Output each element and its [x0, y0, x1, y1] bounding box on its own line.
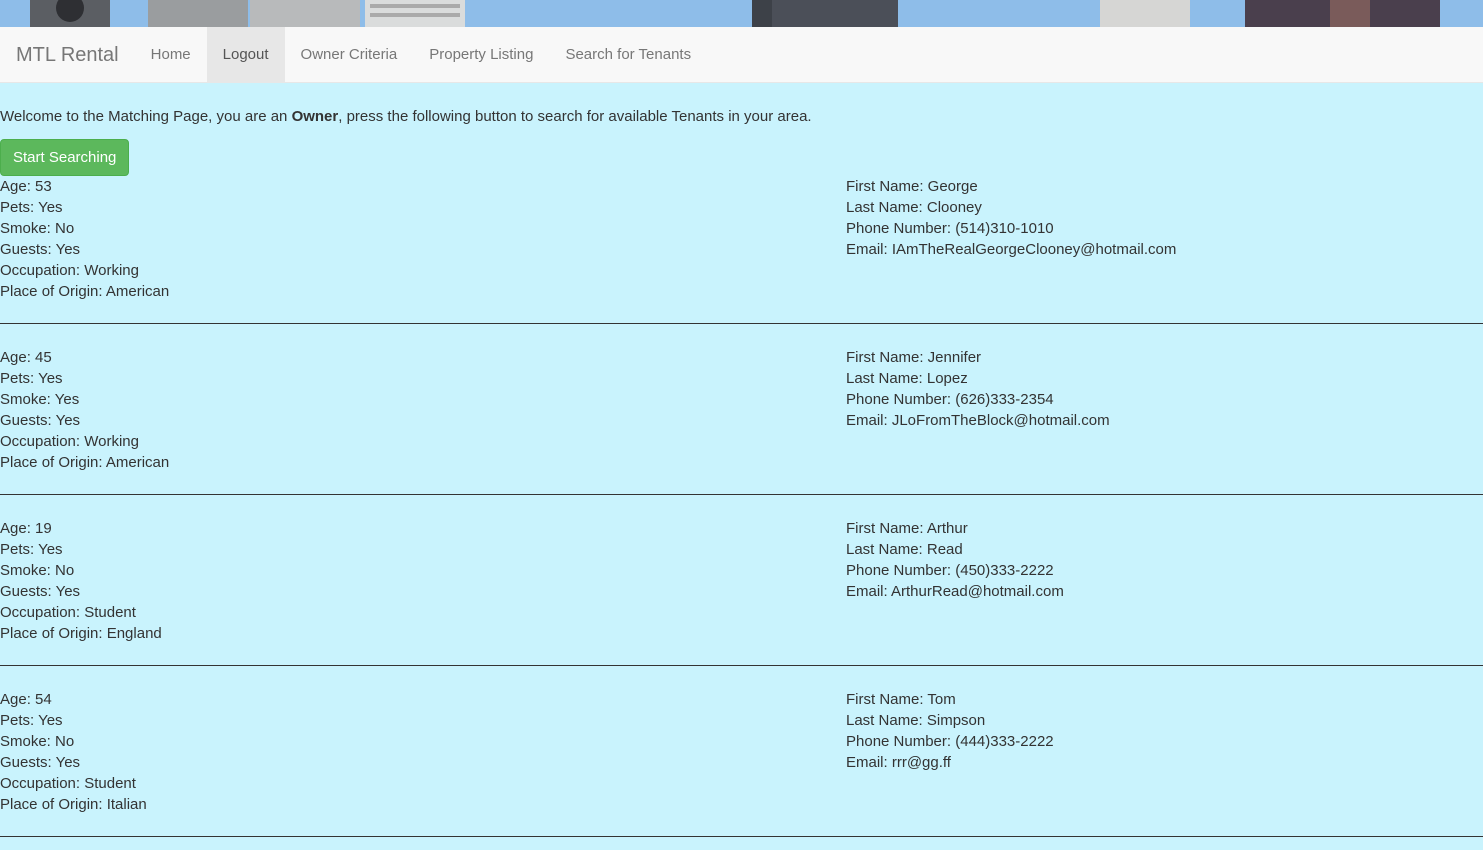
welcome-text-before: Welcome to the Matching Page, you are an	[0, 108, 292, 125]
nav-logout[interactable]: Logout	[206, 27, 285, 82]
nav-search-tenants[interactable]: Search for Tenants	[549, 27, 707, 82]
tenant-email: Email: ArthurRead@hotmail.com	[846, 583, 1064, 600]
welcome-text-after: , press the following button to search f…	[338, 108, 812, 125]
tenant-contact: First Name: Arthur Last Name: Read Phone N…	[846, 518, 1064, 602]
tenant-origin: Place of Origin: England	[0, 625, 162, 642]
tenant-last-name: Last Name: Lopez	[846, 370, 968, 387]
tenant-origin: Place of Origin: American	[0, 283, 170, 300]
tenant-smoke: Smoke: Yes	[0, 391, 80, 408]
tenant-phone: Phone Number: (450)333-2222	[846, 562, 1054, 579]
tenant-age: Age: 53	[0, 178, 52, 195]
tenant-age: Age: 54	[0, 691, 52, 708]
tenant-preferences: Age: 54 Pets: Yes Smoke: No Guests: Yes Occu…	[0, 689, 147, 815]
tenant-preferences: Age: 19 Pets: Yes Smoke: No Guests: Yes Occu…	[0, 518, 162, 644]
tenant-occupation: Occupation: Student	[0, 775, 136, 792]
tenant-pets: Pets: Yes	[0, 370, 63, 387]
tenant-first-name: First Name: Jennifer	[846, 349, 982, 366]
tenant-first-name: First Name: Arthur	[846, 520, 968, 537]
tenant-email: Email: rrr@gg.ff	[846, 754, 951, 771]
tenant-pets: Pets: Yes	[0, 541, 63, 558]
tenant-card: Age: 45 Pets: Yes Smoke: Yes Guests: Yes Occ…	[0, 324, 1483, 495]
tenant-pets: Pets: Yes	[0, 199, 63, 216]
tenant-occupation: Occupation: Working	[0, 262, 139, 279]
tenant-card: Age: 19 Pets: Yes Smoke: No Guests: Yes Occu…	[0, 495, 1483, 666]
tenant-card: Age: 54 Pets: Yes Smoke: No Guests: Yes Occu…	[0, 666, 1483, 837]
tenant-age: Age: 45	[0, 349, 52, 366]
nav-owner-criteria[interactable]: Owner Criteria	[285, 27, 414, 82]
tenant-smoke: Smoke: No	[0, 562, 75, 579]
tenant-guests: Guests: Yes	[0, 412, 81, 429]
tenant-age: Age: 19	[0, 520, 52, 537]
tenant-contact: First Name: Jennifer Last Name: Lopez Phon…	[846, 347, 1110, 431]
tenant-occupation: Occupation: Working	[0, 433, 139, 450]
tenant-first-name: First Name: George	[846, 178, 978, 195]
nav-property-listing[interactable]: Property Listing	[413, 27, 549, 82]
start-searching-button[interactable]: Start Searching	[0, 139, 130, 176]
tenant-preferences: Age: 45 Pets: Yes Smoke: Yes Guests: Yes Occ…	[0, 347, 169, 473]
tenant-origin: Place of Origin: American	[0, 454, 170, 471]
tenant-phone: Phone Number: (444)333-2222	[846, 733, 1054, 750]
tenant-origin: Place of Origin: Italian	[0, 796, 147, 813]
tenant-guests: Guests: Yes	[0, 754, 81, 771]
tenant-last-name: Last Name: Read	[846, 541, 963, 558]
tenant-first-name: First Name: Tom	[846, 691, 956, 708]
tenant-contact: First Name: Tom Last Name: Simpson Phone N…	[846, 689, 1054, 773]
tenant-email: Email: JLoFromTheBlock@hotmail.com	[846, 412, 1110, 429]
brand-link[interactable]: MTL Rental	[0, 27, 135, 82]
nav-home[interactable]: Home	[135, 27, 207, 82]
tenant-last-name: Last Name: Clooney	[846, 199, 982, 216]
tenant-smoke: Smoke: No	[0, 733, 75, 750]
tenant-phone: Phone Number: (514)310-1010	[846, 220, 1054, 237]
tenant-last-name: Last Name: Simpson	[846, 712, 986, 729]
matching-page-content: Welcome to the Matching Page, you are an…	[0, 83, 1483, 837]
tenant-guests: Guests: Yes	[0, 583, 81, 600]
tenant-card: Age: 53 Pets: Yes Smoke: No Guests: Yes Occu…	[0, 176, 1483, 324]
tenant-guests: Guests: Yes	[0, 241, 81, 258]
tenant-pets: Pets: Yes	[0, 712, 63, 729]
tenant-occupation: Occupation: Student	[0, 604, 136, 621]
city-skyline-image	[0, 0, 1483, 27]
tenant-email: Email: IAmTheRealGeorgeClooney@hotmail.c…	[846, 241, 1177, 258]
header-banner-image	[0, 0, 1483, 27]
top-navbar: MTL Rental Home Logout Owner Criteria Pr…	[0, 27, 1483, 83]
welcome-message: Welcome to the Matching Page, you are an…	[0, 107, 1483, 127]
tenant-phone: Phone Number: (626)333-2354	[846, 391, 1054, 408]
tenant-preferences: Age: 53 Pets: Yes Smoke: No Guests: Yes Occu…	[0, 176, 169, 302]
tenant-smoke: Smoke: No	[0, 220, 75, 237]
tenant-list: Age: 53 Pets: Yes Smoke: No Guests: Yes Occu…	[0, 176, 1483, 837]
tenant-contact: First Name: George Last Name: Clooney Phon…	[846, 176, 1176, 260]
user-role: Owner	[291, 108, 339, 125]
